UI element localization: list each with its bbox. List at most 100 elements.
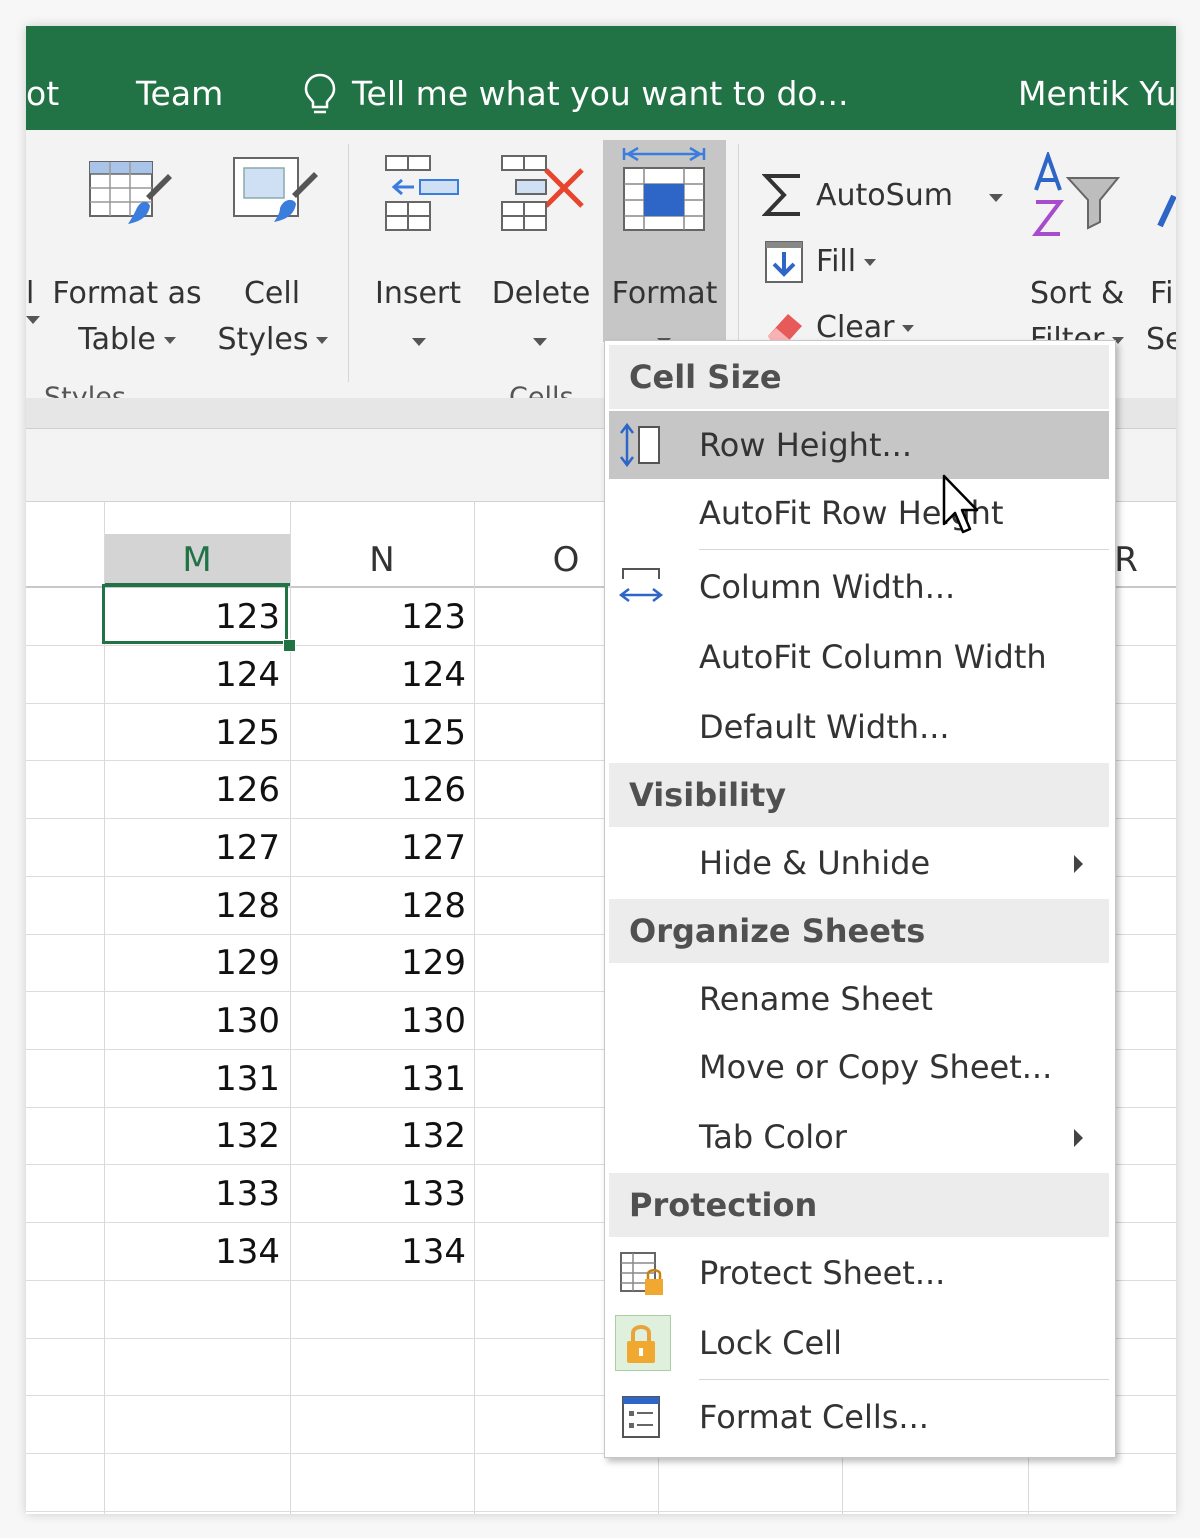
- excel-window: ot Team Tell me what you want to do... M…: [26, 26, 1176, 1514]
- fill-handle[interactable]: [283, 639, 296, 652]
- menu-item-row-height[interactable]: Row Height...: [609, 411, 1109, 479]
- column-width-icon: [618, 568, 664, 602]
- lightbulb-icon: [304, 73, 336, 114]
- cell-n-11[interactable]: 133: [290, 1165, 466, 1223]
- lock-icon: [627, 1325, 655, 1363]
- row-height-icon: [620, 422, 660, 468]
- cell-n-8[interactable]: 130: [290, 992, 466, 1050]
- mouse-cursor-icon: [942, 474, 979, 534]
- cell-n-6[interactable]: 128: [290, 877, 466, 935]
- menu-item-protect-sheet[interactable]: Protect Sheet...: [609, 1239, 1109, 1307]
- menu-header-protection: Protection: [609, 1173, 1109, 1237]
- cell-styles-caret: [316, 337, 329, 344]
- clear-caret: [902, 325, 915, 332]
- menu-item-lock-cell[interactable]: Lock Cell: [609, 1309, 1109, 1377]
- cell-m-9[interactable]: 131: [104, 1050, 280, 1108]
- menu-item-hide-unhide[interactable]: Hide & Unhide: [609, 829, 1109, 897]
- cell-m-3[interactable]: 125: [104, 704, 280, 762]
- insert-caret[interactable]: [412, 338, 426, 346]
- submenu-arrow-icon: [1074, 855, 1083, 873]
- menu-item-format-cells[interactable]: Format Cells...: [609, 1383, 1109, 1451]
- delete-button[interactable]: Delete: [488, 276, 594, 312]
- menu-item-move-copy-sheet[interactable]: Move or Copy Sheet...: [609, 1033, 1109, 1101]
- menu-item-label: AutoFit Column Width: [699, 638, 1047, 676]
- grid-vline: [474, 502, 475, 1514]
- cell-n-12[interactable]: 134: [290, 1223, 466, 1281]
- menu-item-label: Tab Color: [699, 1118, 847, 1156]
- column-header-n[interactable]: N: [290, 534, 474, 586]
- ribbon-tab-partial[interactable]: ot: [26, 74, 59, 114]
- cell-n-10[interactable]: 132: [290, 1107, 466, 1165]
- autosum-icon: [762, 174, 800, 216]
- menu-separator: [699, 1379, 1109, 1380]
- cell-m-12[interactable]: 134: [104, 1223, 280, 1281]
- fill-button[interactable]: Fill: [816, 244, 877, 280]
- find-select-label-1[interactable]: Fi: [1150, 276, 1173, 312]
- user-name[interactable]: Mentik Yu: [1018, 74, 1176, 114]
- menu-item-label: Column Width...: [699, 568, 956, 606]
- menu-header-label: Cell Size: [629, 358, 782, 396]
- format-button[interactable]: Format: [606, 276, 723, 312]
- menu-item-label: Lock Cell: [699, 1324, 842, 1362]
- format-cells-icon: [622, 146, 706, 231]
- insert-button[interactable]: Insert: [368, 276, 468, 312]
- find-select-label-2[interactable]: Se: [1146, 322, 1176, 358]
- title-bar: ot Team Tell me what you want to do... M…: [26, 26, 1176, 130]
- menu-header-visibility: Visibility: [609, 763, 1109, 827]
- menu-item-label: Row Height...: [699, 426, 913, 464]
- menu-header-cell-size: Cell Size: [609, 345, 1109, 409]
- cell-n-3[interactable]: 125: [290, 704, 466, 762]
- menu-header-label: Organize Sheets: [629, 912, 926, 950]
- cell-m-8[interactable]: 130: [104, 992, 280, 1050]
- format-as-table-button[interactable]: Table: [52, 322, 202, 358]
- cell-m-6[interactable]: 128: [104, 877, 280, 935]
- format-dropdown-menu: Cell Size Row Height... AutoFit Row Heig…: [604, 340, 1116, 1458]
- cell-n-5[interactable]: 127: [290, 819, 466, 877]
- cell-m-10[interactable]: 132: [104, 1107, 280, 1165]
- column-header-m[interactable]: M: [104, 534, 290, 586]
- find-select-icon: [1157, 194, 1176, 228]
- autosum-caret[interactable]: [989, 194, 1003, 202]
- format-as-table-caret: [163, 337, 176, 344]
- cell-n-2[interactable]: 124: [290, 646, 466, 704]
- menu-item-autofit-row-height[interactable]: AutoFit Row Height: [609, 479, 1109, 547]
- cell-styles-label-2: Styles: [217, 322, 309, 357]
- cell-styles-icon: [233, 157, 318, 222]
- sort-filter-label-1[interactable]: Sort &: [1030, 276, 1124, 312]
- cell-m-11[interactable]: 133: [104, 1165, 280, 1223]
- cell-m-5[interactable]: 127: [104, 819, 280, 877]
- format-as-table-label-1[interactable]: Format as: [52, 276, 202, 312]
- cell-styles-label-1[interactable]: Cell: [226, 276, 318, 312]
- cell-n-7[interactable]: 129: [290, 934, 466, 992]
- protect-sheet-icon: [620, 1252, 663, 1295]
- menu-item-label: Move or Copy Sheet...: [699, 1048, 1053, 1086]
- delete-cells-icon: [501, 155, 584, 231]
- active-cell-border: [102, 584, 288, 644]
- menu-header-organize-sheets: Organize Sheets: [609, 899, 1109, 963]
- menu-item-autofit-column-width[interactable]: AutoFit Column Width: [609, 623, 1109, 691]
- tell-me-search[interactable]: Tell me what you want to do...: [352, 74, 849, 114]
- cell-m-7[interactable]: 129: [104, 934, 280, 992]
- cell-m-4[interactable]: 126: [104, 761, 280, 819]
- menu-item-tab-color[interactable]: Tab Color: [609, 1103, 1109, 1171]
- cell-n-1[interactable]: 123: [290, 588, 466, 646]
- cell-styles-button[interactable]: Styles: [208, 322, 338, 358]
- menu-item-label: Hide & Unhide: [699, 844, 931, 882]
- fill-label: Fill: [816, 244, 857, 279]
- cell-m-2[interactable]: 124: [104, 646, 280, 704]
- autosum-button[interactable]: AutoSum: [816, 178, 953, 214]
- partial-dropdown-caret[interactable]: [26, 316, 40, 324]
- menu-item-label: Protect Sheet...: [699, 1254, 946, 1292]
- menu-item-default-width[interactable]: Default Width...: [609, 693, 1109, 761]
- menu-item-column-width[interactable]: Column Width...: [609, 553, 1109, 621]
- partial-button-label[interactable]: l: [26, 276, 34, 312]
- grid-hline: [26, 1511, 1176, 1512]
- cell-n-4[interactable]: 126: [290, 761, 466, 819]
- delete-caret[interactable]: [533, 338, 547, 346]
- menu-item-rename-sheet[interactable]: Rename Sheet: [609, 965, 1109, 1033]
- menu-separator: [699, 549, 1109, 550]
- menu-item-label: Rename Sheet: [699, 980, 933, 1018]
- ribbon-tab-team[interactable]: Team: [136, 74, 223, 114]
- format-as-table-label-2: Table: [78, 322, 156, 357]
- cell-n-9[interactable]: 131: [290, 1050, 466, 1108]
